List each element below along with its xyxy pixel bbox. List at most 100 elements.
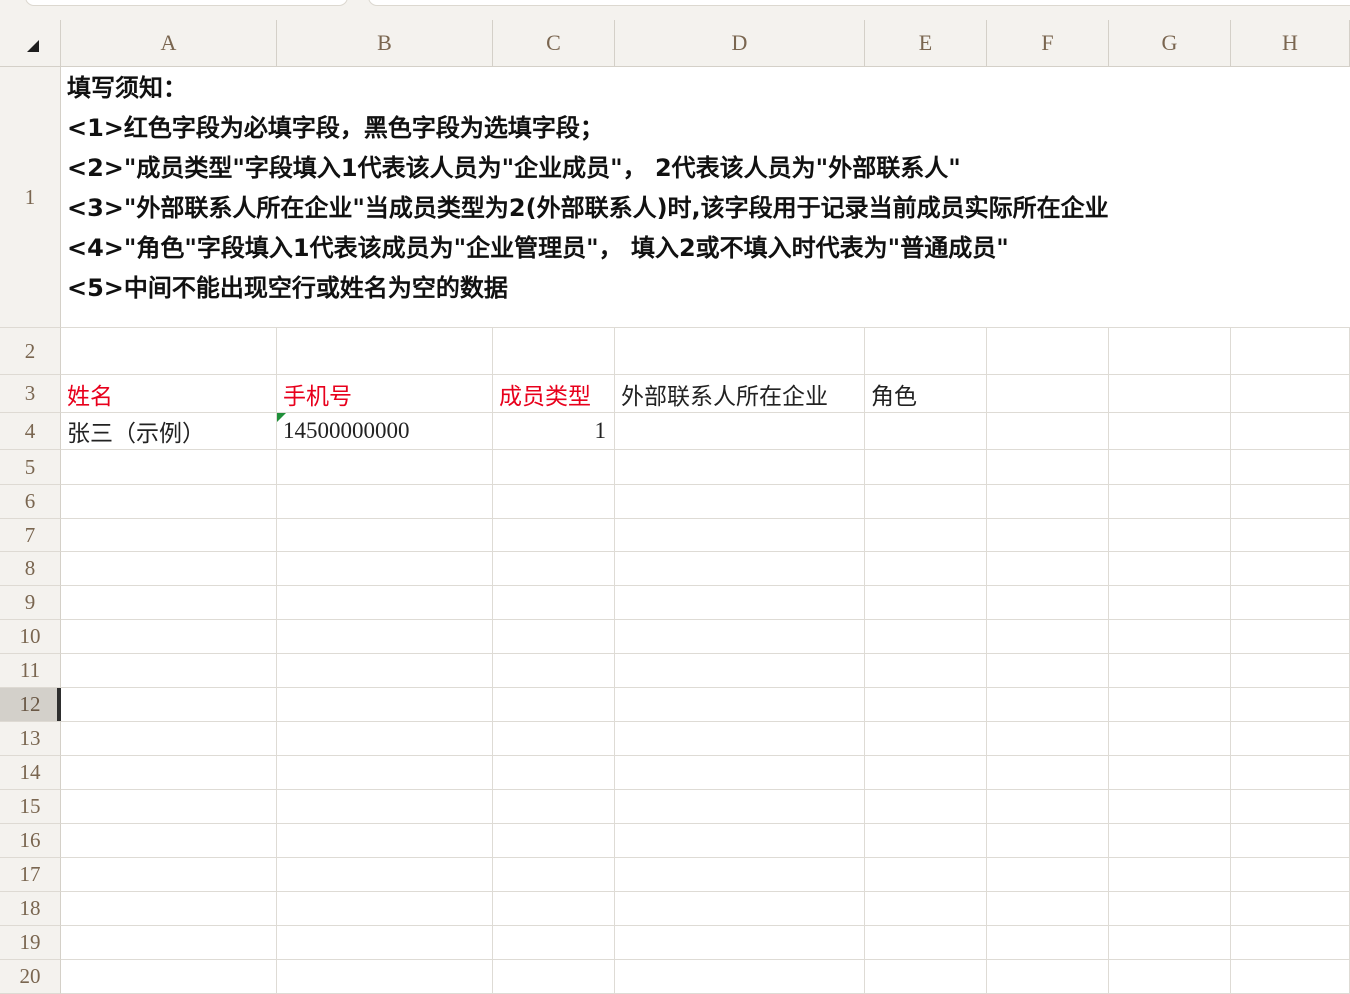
column-header-D[interactable]: D [615,20,865,66]
cell-B6[interactable] [277,485,493,519]
cell-E18[interactable] [865,892,987,926]
formula-bar[interactable] [368,0,1350,6]
cell-F11[interactable] [987,654,1109,688]
cell-C18[interactable] [493,892,615,926]
row-header-4[interactable]: 4 [0,413,61,450]
cell-B9[interactable] [277,586,493,620]
cell-A10[interactable] [61,620,277,654]
row-header-13[interactable]: 13 [0,722,61,756]
cell-G7[interactable] [1109,519,1231,552]
cell-F12[interactable] [987,688,1109,722]
cell-G5[interactable] [1109,450,1231,485]
cell-G14[interactable] [1109,756,1231,790]
cell-D15[interactable] [615,790,865,824]
cell-F15[interactable] [987,790,1109,824]
cell-H5[interactable] [1231,450,1350,485]
cell-C7[interactable] [493,519,615,552]
cell-F7[interactable] [987,519,1109,552]
cell-B5[interactable] [277,450,493,485]
cell-D11[interactable] [615,654,865,688]
cell-G8[interactable] [1109,552,1231,586]
cell-H13[interactable] [1231,722,1350,756]
cell-B19[interactable] [277,926,493,960]
cell-E11[interactable] [865,654,987,688]
cell-F20[interactable] [987,960,1109,994]
row-header-19[interactable]: 19 [0,926,61,960]
cell-C13[interactable] [493,722,615,756]
select-all-corner[interactable] [0,20,61,66]
cell-G20[interactable] [1109,960,1231,994]
cell-E6[interactable] [865,485,987,519]
cell-B2[interactable] [277,328,493,375]
column-header-A[interactable]: A [61,20,277,66]
cell-H11[interactable] [1231,654,1350,688]
cell-H10[interactable] [1231,620,1350,654]
cell-C3[interactable]: 成员类型 [493,375,615,413]
cell-A12[interactable] [61,688,277,722]
cell-E19[interactable] [865,926,987,960]
cell-E14[interactable] [865,756,987,790]
row-header-10[interactable]: 10 [0,620,61,654]
cell-D7[interactable] [615,519,865,552]
cell-H15[interactable] [1231,790,1350,824]
cell-E12[interactable] [865,688,987,722]
cell-B15[interactable] [277,790,493,824]
cell-C14[interactable] [493,756,615,790]
cell-G10[interactable] [1109,620,1231,654]
cell-A13[interactable] [61,722,277,756]
column-header-F[interactable]: F [987,20,1109,66]
cell-B10[interactable] [277,620,493,654]
cell-A16[interactable] [61,824,277,858]
cell-B8[interactable] [277,552,493,586]
cell-E4[interactable] [865,413,987,450]
cell-E7[interactable] [865,519,987,552]
cell-D18[interactable] [615,892,865,926]
cell-C20[interactable] [493,960,615,994]
cell-G2[interactable] [1109,328,1231,375]
row-header-6[interactable]: 6 [0,485,61,519]
cell-A9[interactable] [61,586,277,620]
cell-A15[interactable] [61,790,277,824]
cell-A3[interactable]: 姓名 [61,375,277,413]
cell-H14[interactable] [1231,756,1350,790]
cell-C6[interactable] [493,485,615,519]
cell-A17[interactable] [61,858,277,892]
cell-G11[interactable] [1109,654,1231,688]
cell-B20[interactable] [277,960,493,994]
cell-C19[interactable] [493,926,615,960]
cell-G9[interactable] [1109,586,1231,620]
cell-G3[interactable] [1109,375,1231,413]
cell-F5[interactable] [987,450,1109,485]
cell-B7[interactable] [277,519,493,552]
cell-F4[interactable] [987,413,1109,450]
cell-A11[interactable] [61,654,277,688]
cell-G4[interactable] [1109,413,1231,450]
cell-A18[interactable] [61,892,277,926]
cell-C17[interactable] [493,858,615,892]
row-header-20[interactable]: 20 [0,960,61,994]
cell-F14[interactable] [987,756,1109,790]
cell-A7[interactable] [61,519,277,552]
cell-H6[interactable] [1231,485,1350,519]
row-header-18[interactable]: 18 [0,892,61,926]
cell-G12[interactable] [1109,688,1231,722]
cell-C4[interactable]: 1 [493,413,615,450]
cell-H8[interactable] [1231,552,1350,586]
cell-D5[interactable] [615,450,865,485]
cell-H19[interactable] [1231,926,1350,960]
cell-H20[interactable] [1231,960,1350,994]
cell-C2[interactable] [493,328,615,375]
cell-E17[interactable] [865,858,987,892]
cell-H17[interactable] [1231,858,1350,892]
cell-A2[interactable] [61,328,277,375]
cell-C15[interactable] [493,790,615,824]
cell-D14[interactable] [615,756,865,790]
cell-G15[interactable] [1109,790,1231,824]
cell-E16[interactable] [865,824,987,858]
cell-G16[interactable] [1109,824,1231,858]
row-header-2[interactable]: 2 [0,328,61,375]
cell-B4[interactable]: 14500000000 [277,413,493,450]
cell-G17[interactable] [1109,858,1231,892]
cell-D12[interactable] [615,688,865,722]
row-header-3[interactable]: 3 [0,375,61,413]
